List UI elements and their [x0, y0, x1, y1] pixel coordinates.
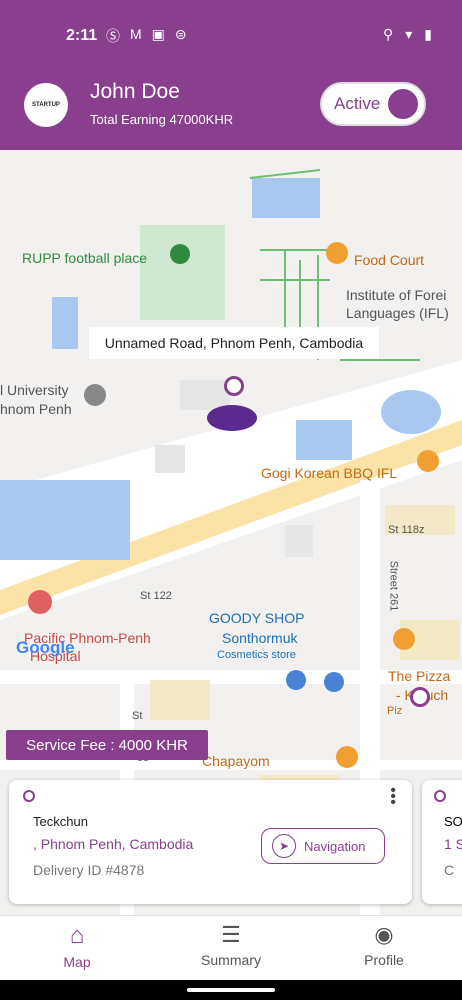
status-time: 2:11	[66, 27, 98, 44]
app2-icon: ⊜	[174, 26, 187, 42]
toggle-knob	[386, 87, 420, 121]
place-label: RUPP football place	[22, 250, 148, 266]
gesture-bar	[0, 980, 462, 1000]
map-view[interactable]: RUPP football place Food Court Institute…	[0, 150, 462, 915]
place-label: GOODY SHOP	[209, 610, 305, 626]
app-icon: ▣	[151, 26, 165, 42]
profile-icon: ◉	[374, 922, 394, 947]
home-indicator[interactable]	[187, 988, 275, 992]
delivery-pin-icon[interactable]	[410, 687, 430, 707]
place-label: The Pizza	[388, 668, 451, 684]
service-fee-badge: Service Fee : 4000 KHR	[6, 730, 208, 760]
shop-pin-icon	[324, 672, 344, 692]
location-tooltip: Unnamed Road, Phnom Penh, Cambodia	[89, 327, 379, 359]
delivery-id: Delivery ID #4878	[33, 862, 145, 878]
navigation-arrow-icon: ➤	[272, 834, 296, 858]
place-label: hnom Penh	[0, 401, 72, 417]
nav-map-label: Map	[63, 954, 91, 970]
place-label: Food Court	[354, 252, 425, 268]
location-icon: ⚲	[382, 26, 394, 42]
place-label: l University	[0, 382, 69, 398]
wifi-icon: ▾	[405, 26, 413, 42]
navigation-button[interactable]: ➤ Navigation	[261, 828, 385, 864]
s-app-icon: Ⓢ	[106, 28, 120, 44]
place-label: Chapayom	[202, 753, 270, 769]
delivery-address: , Phnom Penh, Cambodia	[33, 836, 194, 852]
nav-profile-label: Profile	[364, 952, 404, 968]
street-label: St 118z	[388, 524, 425, 536]
customer-name: SO	[444, 814, 462, 829]
toggle-label: Active	[334, 94, 381, 113]
location-pin-icon	[23, 790, 35, 802]
system-icons: ⚲ ▾ ▮	[383, 26, 432, 43]
shop-pin-icon	[286, 670, 306, 690]
street-label: St	[132, 710, 143, 722]
place-label: Sonthormuk	[222, 630, 298, 646]
user-name: John Doe	[90, 80, 180, 103]
street-label: Street 261	[387, 560, 400, 612]
hospital-pin-icon	[28, 590, 52, 614]
status-bar: 2:11 Ⓢ M ▣ ⊜ ⚲ ▾ ▮	[0, 0, 462, 70]
school-pin-icon	[84, 384, 106, 406]
delivery-scooter-icon[interactable]	[207, 405, 257, 431]
notification-icons: Ⓢ M ▣ ⊜	[106, 26, 187, 46]
street-label: St 122	[140, 590, 172, 602]
place-label: Institute of Forei	[346, 287, 447, 303]
delivery-address: 1 S	[444, 836, 462, 852]
nav-summary[interactable]: ☰ Summary	[181, 922, 281, 978]
company-logo: STARTUP	[24, 83, 68, 127]
delivery-card-next[interactable]: SO 1 S C	[422, 780, 462, 904]
restaurant-pin-icon	[326, 242, 348, 264]
nav-profile[interactable]: ◉ Profile	[334, 922, 434, 978]
nav-map[interactable]: ⌂ Map	[27, 922, 127, 978]
restaurant-pin-icon	[417, 450, 439, 472]
cafe-pin-icon	[336, 746, 358, 768]
customer-name: Teckchun	[33, 814, 88, 829]
navigation-label: Navigation	[304, 838, 366, 854]
place-label: Piz	[387, 705, 403, 717]
place-label: Cosmetics store	[217, 649, 296, 661]
active-toggle[interactable]: Active	[320, 82, 426, 126]
battery-icon: ▮	[424, 26, 432, 42]
map-pin-icon	[170, 244, 190, 264]
home-icon: ⌂	[69, 922, 85, 949]
clipboard-icon: ☰	[221, 922, 241, 947]
restaurant-pin-icon	[393, 628, 415, 650]
place-label: Gogi Korean BBQ IFL	[261, 465, 398, 481]
delivery-id: C	[444, 862, 455, 878]
nav-summary-label: Summary	[201, 952, 261, 968]
app-header: STARTUP John Doe Total Earning 47000KHR …	[0, 70, 462, 150]
total-earning: Total Earning 47000KHR	[90, 112, 234, 127]
place-label: Languages (IFL)	[346, 305, 449, 321]
more-options-icon[interactable]: • • •	[390, 783, 396, 811]
location-pin-icon	[434, 790, 446, 802]
google-logo: Google	[16, 638, 75, 657]
delivery-card[interactable]: • • • Teckchun , Phnom Penh, Cambodia Deli…	[9, 780, 412, 904]
bottom-navigation: ⌂ Map ☰ Summary ◉ Profile	[0, 915, 462, 981]
gmail-icon: M	[130, 26, 142, 42]
destination-pin-icon	[224, 376, 244, 396]
